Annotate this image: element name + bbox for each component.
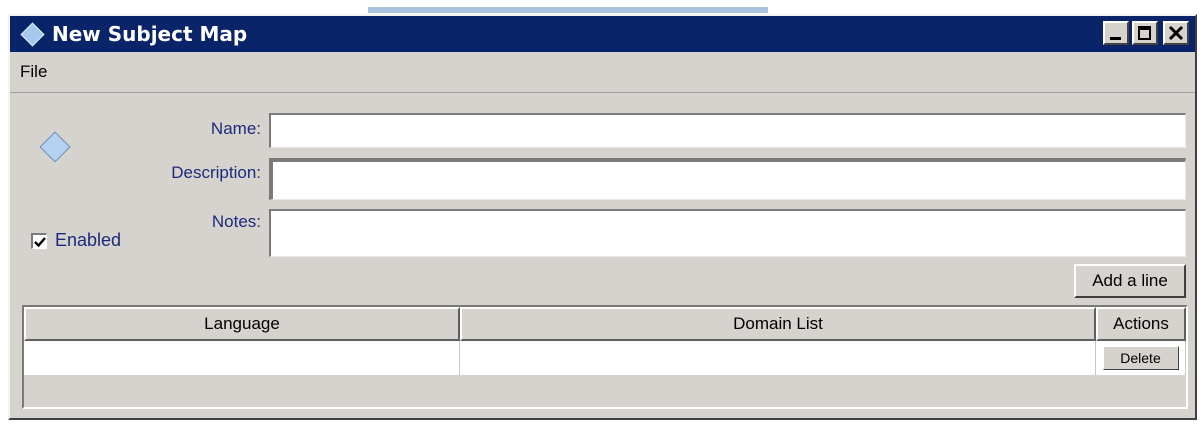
name-input[interactable] [269,113,1186,148]
menu-file[interactable]: File [20,62,47,82]
domain-list-cell[interactable] [460,341,1096,375]
notes-textarea[interactable] [269,209,1186,257]
enabled-checkbox-group[interactable]: Enabled [31,230,121,251]
column-header-language[interactable]: Language [24,307,460,341]
enabled-label: Enabled [55,230,122,250]
window-controls [1103,21,1189,45]
column-header-actions[interactable]: Actions [1096,307,1186,341]
checkmark-icon [34,236,46,247]
table-header: Language Domain List Actions [24,307,1186,341]
add-line-button[interactable]: Add a line [1074,264,1186,298]
column-header-domain-list[interactable]: Domain List [460,307,1096,341]
background-window-fragment [0,0,1203,14]
close-button[interactable] [1163,21,1189,45]
diamond-icon [39,131,71,163]
delete-button[interactable]: Delete [1102,346,1179,370]
maximize-button[interactable] [1132,21,1158,45]
language-cell[interactable] [24,341,460,375]
title-bar[interactable]: New Subject Map [10,16,1195,52]
background-highlight [368,7,768,13]
language-domain-table: Language Domain List Actions Delete [22,305,1188,409]
window-title: New Subject Map [52,22,248,46]
diamond-icon [20,22,44,46]
description-input[interactable] [269,158,1186,200]
close-icon [1168,25,1184,41]
actions-cell: Delete [1096,341,1186,375]
table-row: Delete [24,341,1186,375]
menu-bar: File [10,52,1195,93]
enabled-checkbox[interactable] [31,232,47,249]
description-label: Description: [171,163,261,182]
name-label: Name: [210,119,261,138]
notes-label: Notes: [211,212,261,231]
subject-map-window: New Subject Map File Name: Description: … [8,14,1197,420]
minimize-button[interactable] [1103,21,1129,45]
